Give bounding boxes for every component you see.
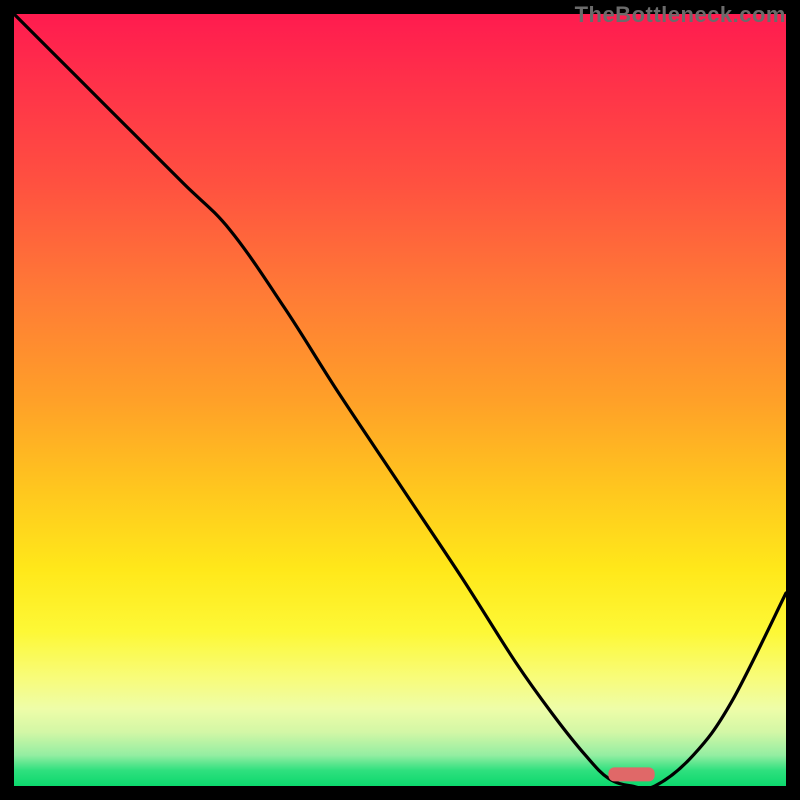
bottleneck-curve: [14, 14, 786, 786]
chart-svg: [14, 14, 786, 786]
optimal-range-marker: [608, 767, 654, 781]
watermark-text: TheBottleneck.com: [575, 2, 786, 28]
plot-area: [14, 14, 786, 786]
chart-frame: [14, 14, 786, 786]
